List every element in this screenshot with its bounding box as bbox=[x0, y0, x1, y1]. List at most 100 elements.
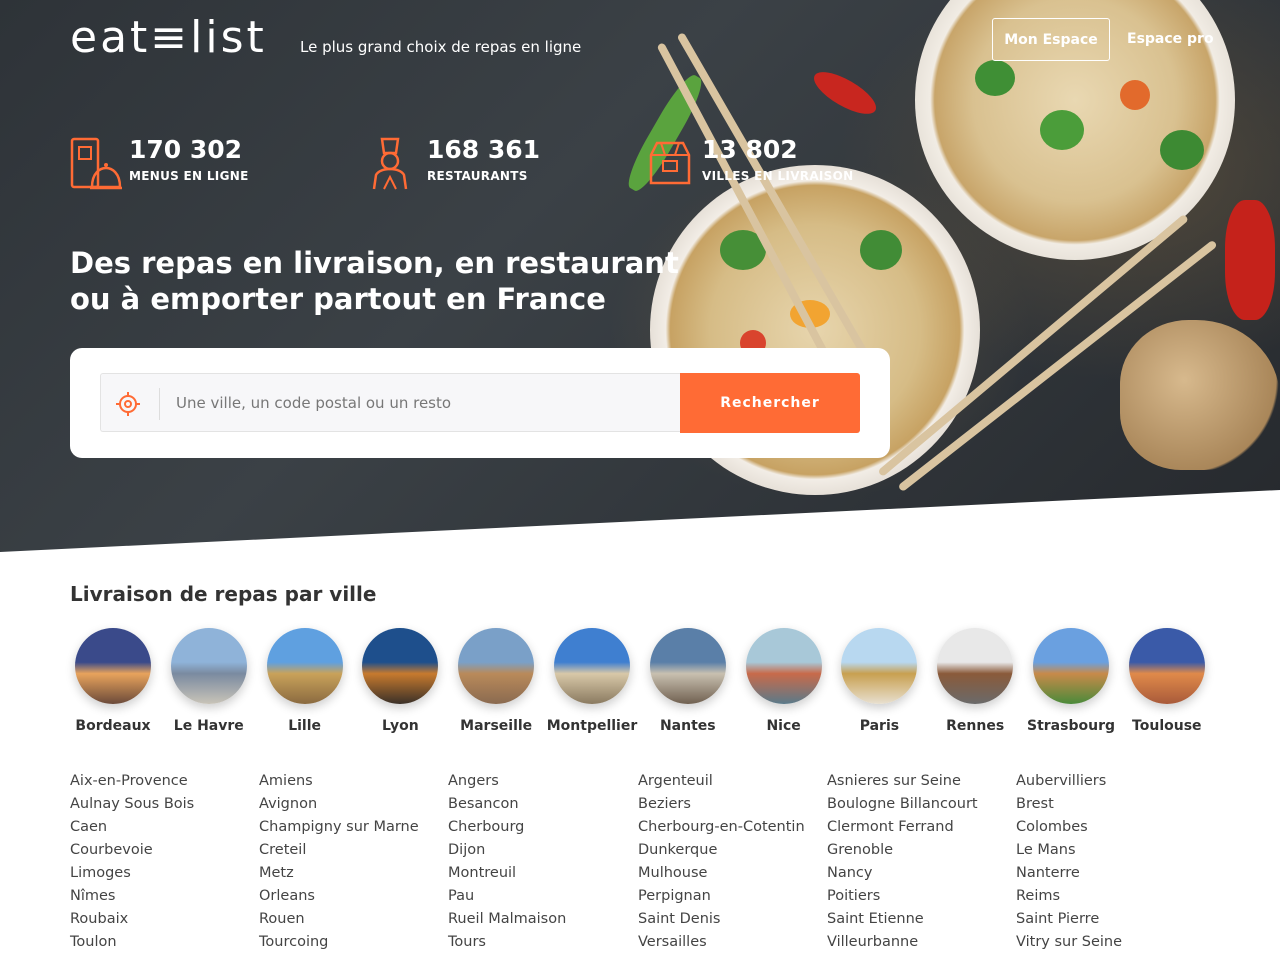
city-name: Marseille bbox=[460, 718, 533, 734]
city-link[interactable]: Villeurbanne bbox=[827, 931, 978, 954]
city-link[interactable]: Rouen bbox=[259, 908, 419, 931]
stat-value: 170 302 bbox=[129, 135, 243, 164]
city-name: Le Havre bbox=[173, 718, 244, 734]
broccoli-image bbox=[860, 230, 902, 270]
city-link[interactable]: Brest bbox=[1016, 793, 1122, 816]
city-photo bbox=[75, 628, 151, 704]
city-link[interactable]: Tours bbox=[448, 931, 566, 954]
city-link[interactable]: Perpignan bbox=[638, 885, 805, 908]
city-photo bbox=[841, 628, 918, 704]
city-card[interactable]: Rennes bbox=[927, 628, 1023, 734]
city-link[interactable]: Mulhouse bbox=[638, 862, 805, 885]
city-column: Amiens Avignon Champigny sur Marne Crete… bbox=[259, 770, 419, 954]
city-link[interactable]: Tourcoing bbox=[259, 931, 419, 954]
city-link[interactable]: Creteil bbox=[259, 839, 419, 862]
menu-cloche-icon bbox=[70, 137, 122, 190]
logo[interactable]: eat≡list bbox=[70, 12, 267, 63]
city-link[interactable]: Toulon bbox=[70, 931, 194, 954]
city-card[interactable]: Le Havre bbox=[161, 628, 257, 734]
search-button[interactable]: Rechercher bbox=[680, 373, 860, 433]
city-link[interactable]: Nancy bbox=[827, 862, 978, 885]
city-link[interactable]: Versailles bbox=[638, 931, 805, 954]
locate-icon[interactable] bbox=[115, 391, 141, 417]
city-link[interactable]: Montreuil bbox=[448, 862, 566, 885]
city-column: Aix-en-Provence Aulnay Sous Bois Caen Co… bbox=[70, 770, 194, 954]
city-link[interactable]: Rueil Malmaison bbox=[448, 908, 566, 931]
city-link[interactable]: Pau bbox=[448, 885, 566, 908]
city-link[interactable]: Nîmes bbox=[70, 885, 194, 908]
city-card[interactable]: Montpellier bbox=[544, 628, 640, 734]
city-link[interactable]: Poitiers bbox=[827, 885, 978, 908]
city-name: Nice bbox=[766, 718, 801, 734]
chili-image bbox=[1225, 200, 1275, 320]
city-photo bbox=[266, 628, 343, 704]
stat-label: RESTAURANTS bbox=[427, 169, 528, 183]
city-link[interactable]: Colombes bbox=[1016, 816, 1122, 839]
city-link[interactable]: Amiens bbox=[259, 770, 419, 793]
city-card[interactable]: Nice bbox=[736, 628, 832, 734]
city-card[interactable]: Toulouse bbox=[1119, 628, 1215, 734]
broccoli-image bbox=[975, 60, 1015, 96]
city-link[interactable]: Dijon bbox=[448, 839, 566, 862]
city-photo bbox=[1033, 628, 1109, 704]
city-link[interactable]: Argenteuil bbox=[638, 770, 805, 793]
city-card[interactable]: Nantes bbox=[640, 628, 736, 734]
city-link[interactable]: Nanterre bbox=[1016, 862, 1122, 885]
city-link[interactable]: Roubaix bbox=[70, 908, 194, 931]
city-link[interactable]: Avignon bbox=[259, 793, 419, 816]
city-link[interactable]: Angers bbox=[448, 770, 566, 793]
city-link[interactable]: Cherbourg-en-Cotentin bbox=[638, 816, 805, 839]
city-link[interactable]: Cherbourg bbox=[448, 816, 566, 839]
city-card[interactable]: Marseille bbox=[448, 628, 544, 734]
hero-headline: Des repas en livraison, en restaurant ou… bbox=[70, 246, 679, 316]
city-link[interactable]: Vitry sur Seine bbox=[1016, 931, 1122, 954]
search-card: Rechercher bbox=[70, 348, 890, 458]
carrot-image bbox=[1120, 80, 1150, 110]
broccoli-image bbox=[1160, 130, 1204, 170]
city-name: Nantes bbox=[659, 718, 716, 734]
stat-label: VILLES EN LIVRAISON bbox=[702, 169, 854, 183]
chef-icon bbox=[372, 137, 408, 190]
city-link[interactable]: Saint Pierre bbox=[1016, 908, 1122, 931]
city-photo bbox=[170, 628, 247, 704]
hero-banner: eat≡list Le plus grand choix de repas en… bbox=[0, 0, 1280, 552]
city-link[interactable]: Grenoble bbox=[827, 839, 978, 862]
city-name: Montpellier bbox=[546, 718, 638, 734]
city-link[interactable]: Metz bbox=[259, 862, 419, 885]
broccoli-image bbox=[1040, 110, 1084, 150]
city-photo bbox=[649, 628, 726, 704]
city-name: Paris bbox=[859, 718, 900, 734]
espace-pro-link[interactable]: Espace pro bbox=[1127, 31, 1214, 47]
city-link[interactable]: Besancon bbox=[448, 793, 566, 816]
city-name: Bordeaux bbox=[75, 718, 151, 734]
city-link[interactable]: Clermont Ferrand bbox=[827, 816, 978, 839]
mon-espace-button[interactable]: Mon Espace bbox=[992, 18, 1110, 61]
city-link[interactable]: Orleans bbox=[259, 885, 419, 908]
city-link[interactable]: Asnieres sur Seine bbox=[827, 770, 978, 793]
city-link[interactable]: Courbevoie bbox=[70, 839, 194, 862]
city-card[interactable]: Lyon bbox=[352, 628, 448, 734]
stat-label: MENUS EN LIGNE bbox=[129, 169, 249, 183]
city-link[interactable]: Dunkerque bbox=[638, 839, 805, 862]
city-link[interactable]: Saint Denis bbox=[638, 908, 805, 931]
section-title: Livraison de repas par ville bbox=[70, 582, 377, 606]
city-card[interactable]: Lille bbox=[257, 628, 353, 734]
city-name: Lille bbox=[288, 718, 321, 734]
city-card[interactable]: Bordeaux bbox=[65, 628, 161, 734]
delivery-bag-icon bbox=[649, 141, 691, 185]
city-link[interactable]: Limoges bbox=[70, 862, 194, 885]
city-link[interactable]: Reims bbox=[1016, 885, 1122, 908]
search-divider bbox=[159, 388, 160, 420]
city-link[interactable]: Le Mans bbox=[1016, 839, 1122, 862]
city-link[interactable]: Aulnay Sous Bois bbox=[70, 793, 194, 816]
city-link[interactable]: Boulogne Billancourt bbox=[827, 793, 978, 816]
city-link[interactable]: Aubervilliers bbox=[1016, 770, 1122, 793]
search-input[interactable] bbox=[161, 374, 661, 431]
city-card[interactable]: Strasbourg bbox=[1023, 628, 1119, 734]
city-link[interactable]: Aix-en-Provence bbox=[70, 770, 194, 793]
city-link[interactable]: Beziers bbox=[638, 793, 805, 816]
city-link[interactable]: Champigny sur Marne bbox=[259, 816, 419, 839]
city-card[interactable]: Paris bbox=[831, 628, 927, 734]
city-link[interactable]: Caen bbox=[70, 816, 194, 839]
city-link[interactable]: Saint Etienne bbox=[827, 908, 978, 931]
